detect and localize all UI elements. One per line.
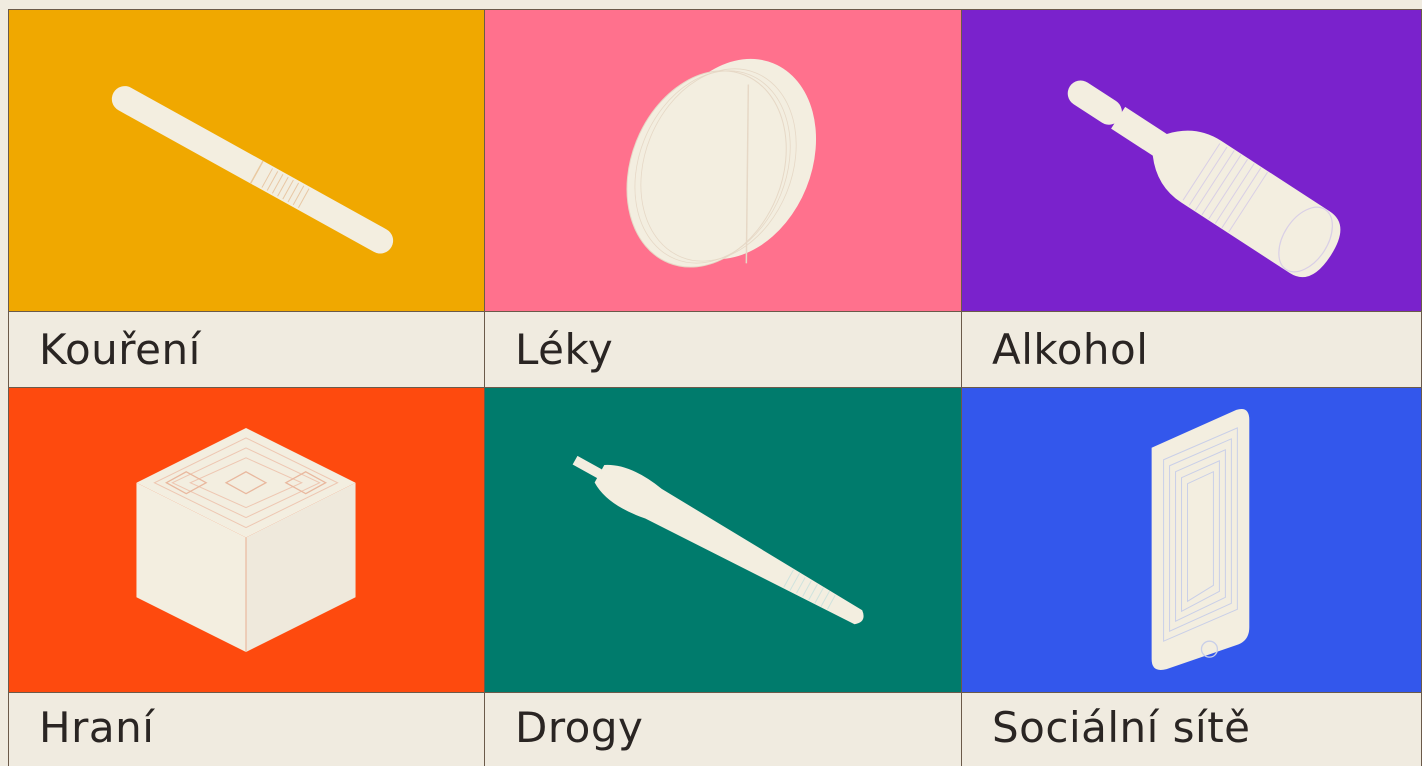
joint-icon (572, 455, 864, 625)
category-grid: Kouření Léky Alkohol Hraní Drogy Sociáln… (8, 9, 1422, 766)
pill-icon (626, 58, 817, 268)
tile-hrani[interactable] (8, 388, 485, 693)
bottle-icon (1067, 80, 1341, 278)
label-drogy: Drogy (485, 693, 962, 766)
tile-koureni[interactable] (8, 9, 485, 312)
label-hrani: Hraní (8, 693, 485, 766)
cigarette-icon (111, 86, 394, 254)
tile-drogy[interactable] (485, 388, 962, 693)
label-koureni: Kouření (8, 312, 485, 388)
tile-alkohol[interactable] (962, 9, 1422, 312)
cube-icon (136, 427, 356, 653)
tile-socialni-site[interactable] (962, 388, 1422, 693)
label-socialni-site: Sociální sítě (962, 693, 1422, 766)
smartphone-icon (1151, 409, 1250, 670)
label-leky: Léky (485, 312, 962, 388)
tile-leky[interactable] (485, 9, 962, 312)
label-alkohol: Alkohol (962, 312, 1422, 388)
